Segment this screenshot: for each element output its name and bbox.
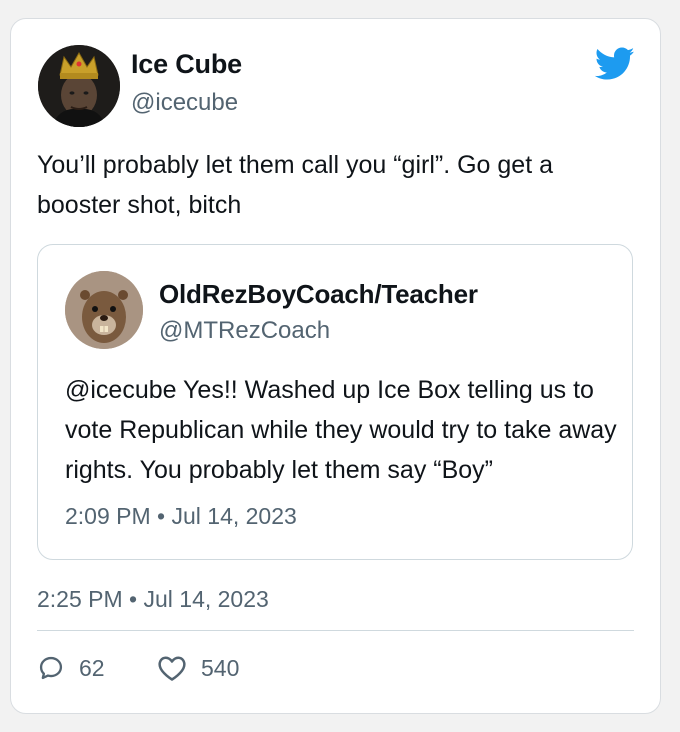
quoted-tweet-timestamp[interactable]: 2:09 PM • Jul 14, 2023 xyxy=(65,503,297,530)
tweet-text: You’ll probably let them call you “girl”… xyxy=(37,151,554,219)
twitter-bird-icon[interactable] xyxy=(594,47,635,81)
quoted-author-handle[interactable]: @MTRezCoach xyxy=(159,317,330,345)
quoted-author-avatar[interactable] xyxy=(65,271,143,349)
quoted-tweet[interactable]: OldRezBoyCoach/Teacher @MTRezCoach @icec… xyxy=(37,244,633,560)
reply-button[interactable]: 62 xyxy=(37,653,105,683)
reply-count: 62 xyxy=(79,654,105,681)
heart-icon xyxy=(158,656,186,681)
author-handle[interactable]: @icecube xyxy=(131,89,238,117)
quoted-author-name[interactable]: OldRezBoyCoach/Teacher xyxy=(159,279,478,310)
tweet-timestamp[interactable]: 2:25 PM • Jul 14, 2023 xyxy=(37,586,269,613)
like-button[interactable]: 540 xyxy=(157,653,239,683)
divider xyxy=(37,630,634,631)
author-name[interactable]: Ice Cube xyxy=(131,49,242,80)
quoted-tweet-text: @icecube Yes!! Washed up Ice Box telling… xyxy=(65,376,617,484)
author-avatar[interactable] xyxy=(38,45,120,127)
tweet-card: Ice Cube @icecube You’ll probably let th… xyxy=(10,18,661,714)
reply-bubble-icon xyxy=(39,656,63,680)
like-count: 540 xyxy=(201,654,240,681)
